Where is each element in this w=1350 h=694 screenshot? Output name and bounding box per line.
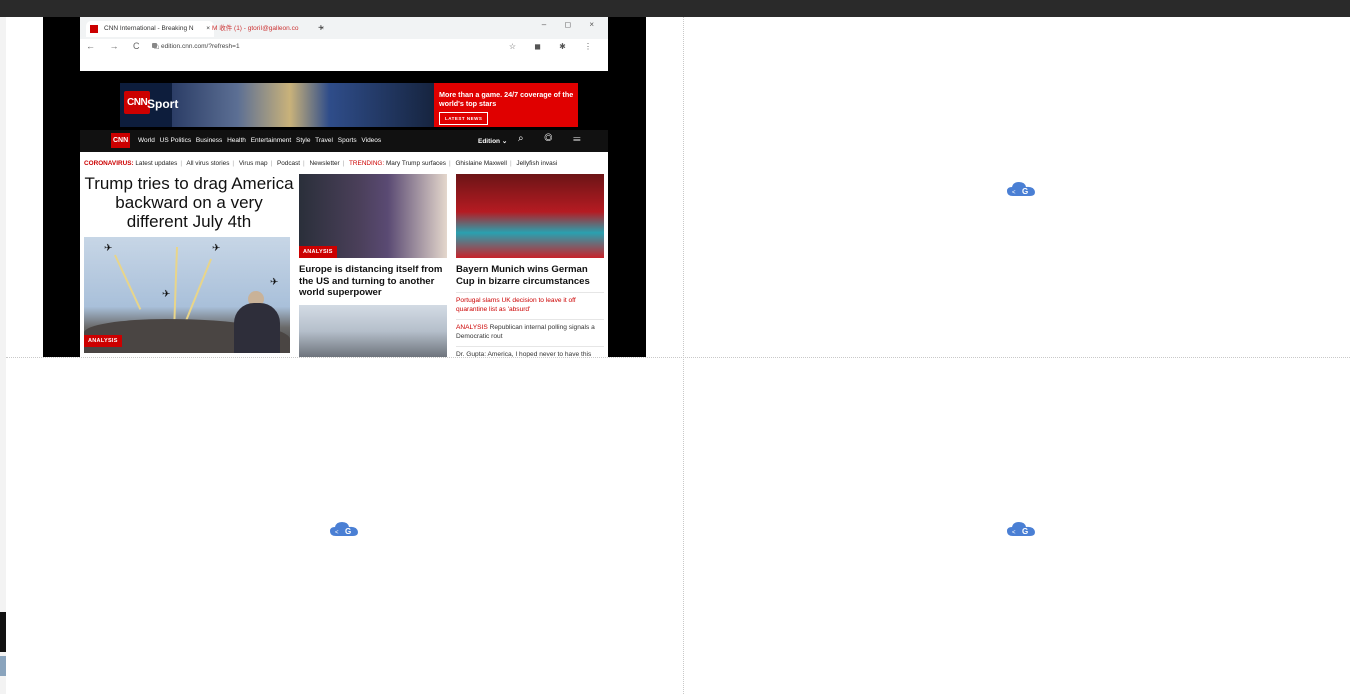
- nav-link-health[interactable]: Health: [227, 137, 246, 144]
- promo-text: More than a game. 24/7 coverage of the w…: [439, 90, 574, 108]
- nav-link-videos[interactable]: Videos: [361, 137, 381, 144]
- story-headline[interactable]: Europe is distancing itself from the US …: [299, 264, 447, 299]
- grid-cell-bottom-right[interactable]: G <: [684, 358, 1350, 694]
- extension-icons[interactable]: ☆ ◼ ✱ ⋮: [509, 42, 600, 51]
- cloud-g-icon[interactable]: G <: [329, 520, 359, 538]
- ticker-link[interactable]: All virus stories: [186, 160, 229, 167]
- ticker-bar: CORONAVIRUS: Latest updates | All virus s…: [84, 160, 558, 167]
- story-column-2: ANALYSIS Europe is distancing itself fro…: [299, 174, 447, 357]
- tab-bar: CNN International - Breaking N × M 收件 (1…: [80, 17, 608, 39]
- grid-cell-bottom-left[interactable]: G <: [6, 358, 683, 694]
- jet-icon: ✈: [104, 243, 113, 254]
- banner-photo: [172, 83, 434, 127]
- site-nav: CNN World US Politics Business Health En…: [80, 130, 608, 152]
- story-image[interactable]: [299, 304, 447, 357]
- nav-links: World US Politics Business Health Entert…: [138, 137, 384, 144]
- nav-link-sports[interactable]: Sports: [338, 137, 357, 144]
- link-prefix: ANALYSIS: [456, 324, 488, 331]
- ticker-trending-label: TRENDING:: [349, 160, 385, 167]
- embedded-screenshot[interactable]: CNN International - Breaking N × M 收件 (1…: [43, 17, 646, 357]
- url-text: edition.cnn.com/?refresh=1: [161, 43, 240, 50]
- promo-box[interactable]: More than a game. 24/7 coverage of the w…: [434, 83, 578, 127]
- story-link[interactable]: Dr. Gupta: America, I hoped never to hav…: [456, 346, 604, 357]
- figure-body: [234, 303, 280, 353]
- tab-gmail[interactable]: M 收件 (1) - gtoriI@galleon.co ×: [194, 21, 328, 37]
- ticker-link[interactable]: Latest updates: [135, 160, 177, 167]
- url-field[interactable]: edition.cnn.com/?refresh=1: [152, 43, 240, 50]
- jet-icon: ✈: [270, 277, 279, 288]
- ticker-link[interactable]: Ghislaine Maxwell: [455, 160, 507, 167]
- tab-label: M 收件 (1) - gtoriI@galleon.co: [212, 25, 299, 32]
- ticker-coronavirus-label: CORONAVIRUS:: [84, 160, 134, 167]
- address-bar: ← → C ⌂ edition.cnn.com/?refresh=1 ☆ ◼ ✱…: [80, 39, 608, 55]
- story-link[interactable]: ANALYSIS Republican internal polling sig…: [456, 319, 604, 341]
- grid-divider-horizontal: [6, 357, 1350, 358]
- promo-button[interactable]: LATEST NEWS: [439, 112, 489, 125]
- nav-link-travel[interactable]: Travel: [315, 137, 333, 144]
- grid-divider-vertical: [683, 17, 684, 694]
- cnn-favicon-icon: [90, 25, 98, 33]
- jet-icon: ✈: [212, 243, 221, 254]
- analysis-tag: ANALYSIS: [84, 335, 122, 347]
- nav-link-us-politics[interactable]: US Politics: [160, 137, 191, 144]
- ticker-link[interactable]: Virus map: [239, 160, 268, 167]
- story-column-3: Bayern Munich wins German Cup in bizarre…: [456, 174, 604, 357]
- tab-label: CNN International - Breaking N: [104, 25, 194, 32]
- grid-cell-top-right[interactable]: G <: [684, 17, 1350, 357]
- ticker-link[interactable]: Mary Trump surfaces: [386, 160, 446, 167]
- sport-banner[interactable]: CNN Sport More than a game. 24/7 coverag…: [120, 83, 578, 127]
- svg-text:<: <: [1012, 190, 1016, 196]
- new-tab-button[interactable]: +: [318, 21, 324, 37]
- svg-text:G: G: [1022, 187, 1028, 196]
- top-toolbar-strip: [0, 0, 1350, 17]
- story-link[interactable]: Portugal slams UK decision to leave it o…: [456, 292, 604, 314]
- window-controls[interactable]: – ◻ ×: [542, 20, 602, 29]
- story-headline[interactable]: Bayern Munich wins German Cup in bizarre…: [456, 264, 604, 287]
- cloud-g-icon[interactable]: G <: [1006, 520, 1036, 538]
- sport-title: Sport: [147, 97, 179, 111]
- lead-headline[interactable]: Trump tries to drag America backward on …: [84, 174, 294, 231]
- nav-link-business[interactable]: Business: [196, 137, 222, 144]
- svg-text:<: <: [335, 530, 339, 536]
- browser-chrome: CNN International - Breaking N × M 收件 (1…: [80, 17, 608, 71]
- jet-icon: ✈: [162, 289, 171, 300]
- ticker-link[interactable]: Newsletter: [310, 160, 340, 167]
- lead-image[interactable]: ✈ ✈ ✈ ✈ ANALYSIS: [84, 237, 290, 353]
- news-content: CORONAVIRUS: Latest updates | All virus s…: [80, 152, 608, 357]
- analysis-tag: ANALYSIS: [299, 246, 337, 258]
- lock-icon: [152, 43, 157, 48]
- svg-text:G: G: [345, 527, 351, 536]
- nav-link-style[interactable]: Style: [296, 137, 310, 144]
- nav-link-world[interactable]: World: [138, 137, 155, 144]
- cloud-g-icon[interactable]: G <: [1006, 180, 1036, 198]
- story-image[interactable]: ANALYSIS: [299, 174, 447, 258]
- nav-link-entertainment[interactable]: Entertainment: [251, 137, 291, 144]
- svg-text:<: <: [1012, 530, 1016, 536]
- nav-tools[interactable]: ⌕ ◎ ☰: [518, 133, 590, 144]
- story-image[interactable]: [456, 174, 604, 258]
- ticker-link[interactable]: Jellyfish invasi: [516, 160, 557, 167]
- edition-dropdown[interactable]: Edition ⌄: [478, 137, 507, 145]
- cnn-logo[interactable]: CNN: [111, 133, 131, 148]
- ticker-link[interactable]: Podcast: [277, 160, 300, 167]
- svg-text:G: G: [1022, 527, 1028, 536]
